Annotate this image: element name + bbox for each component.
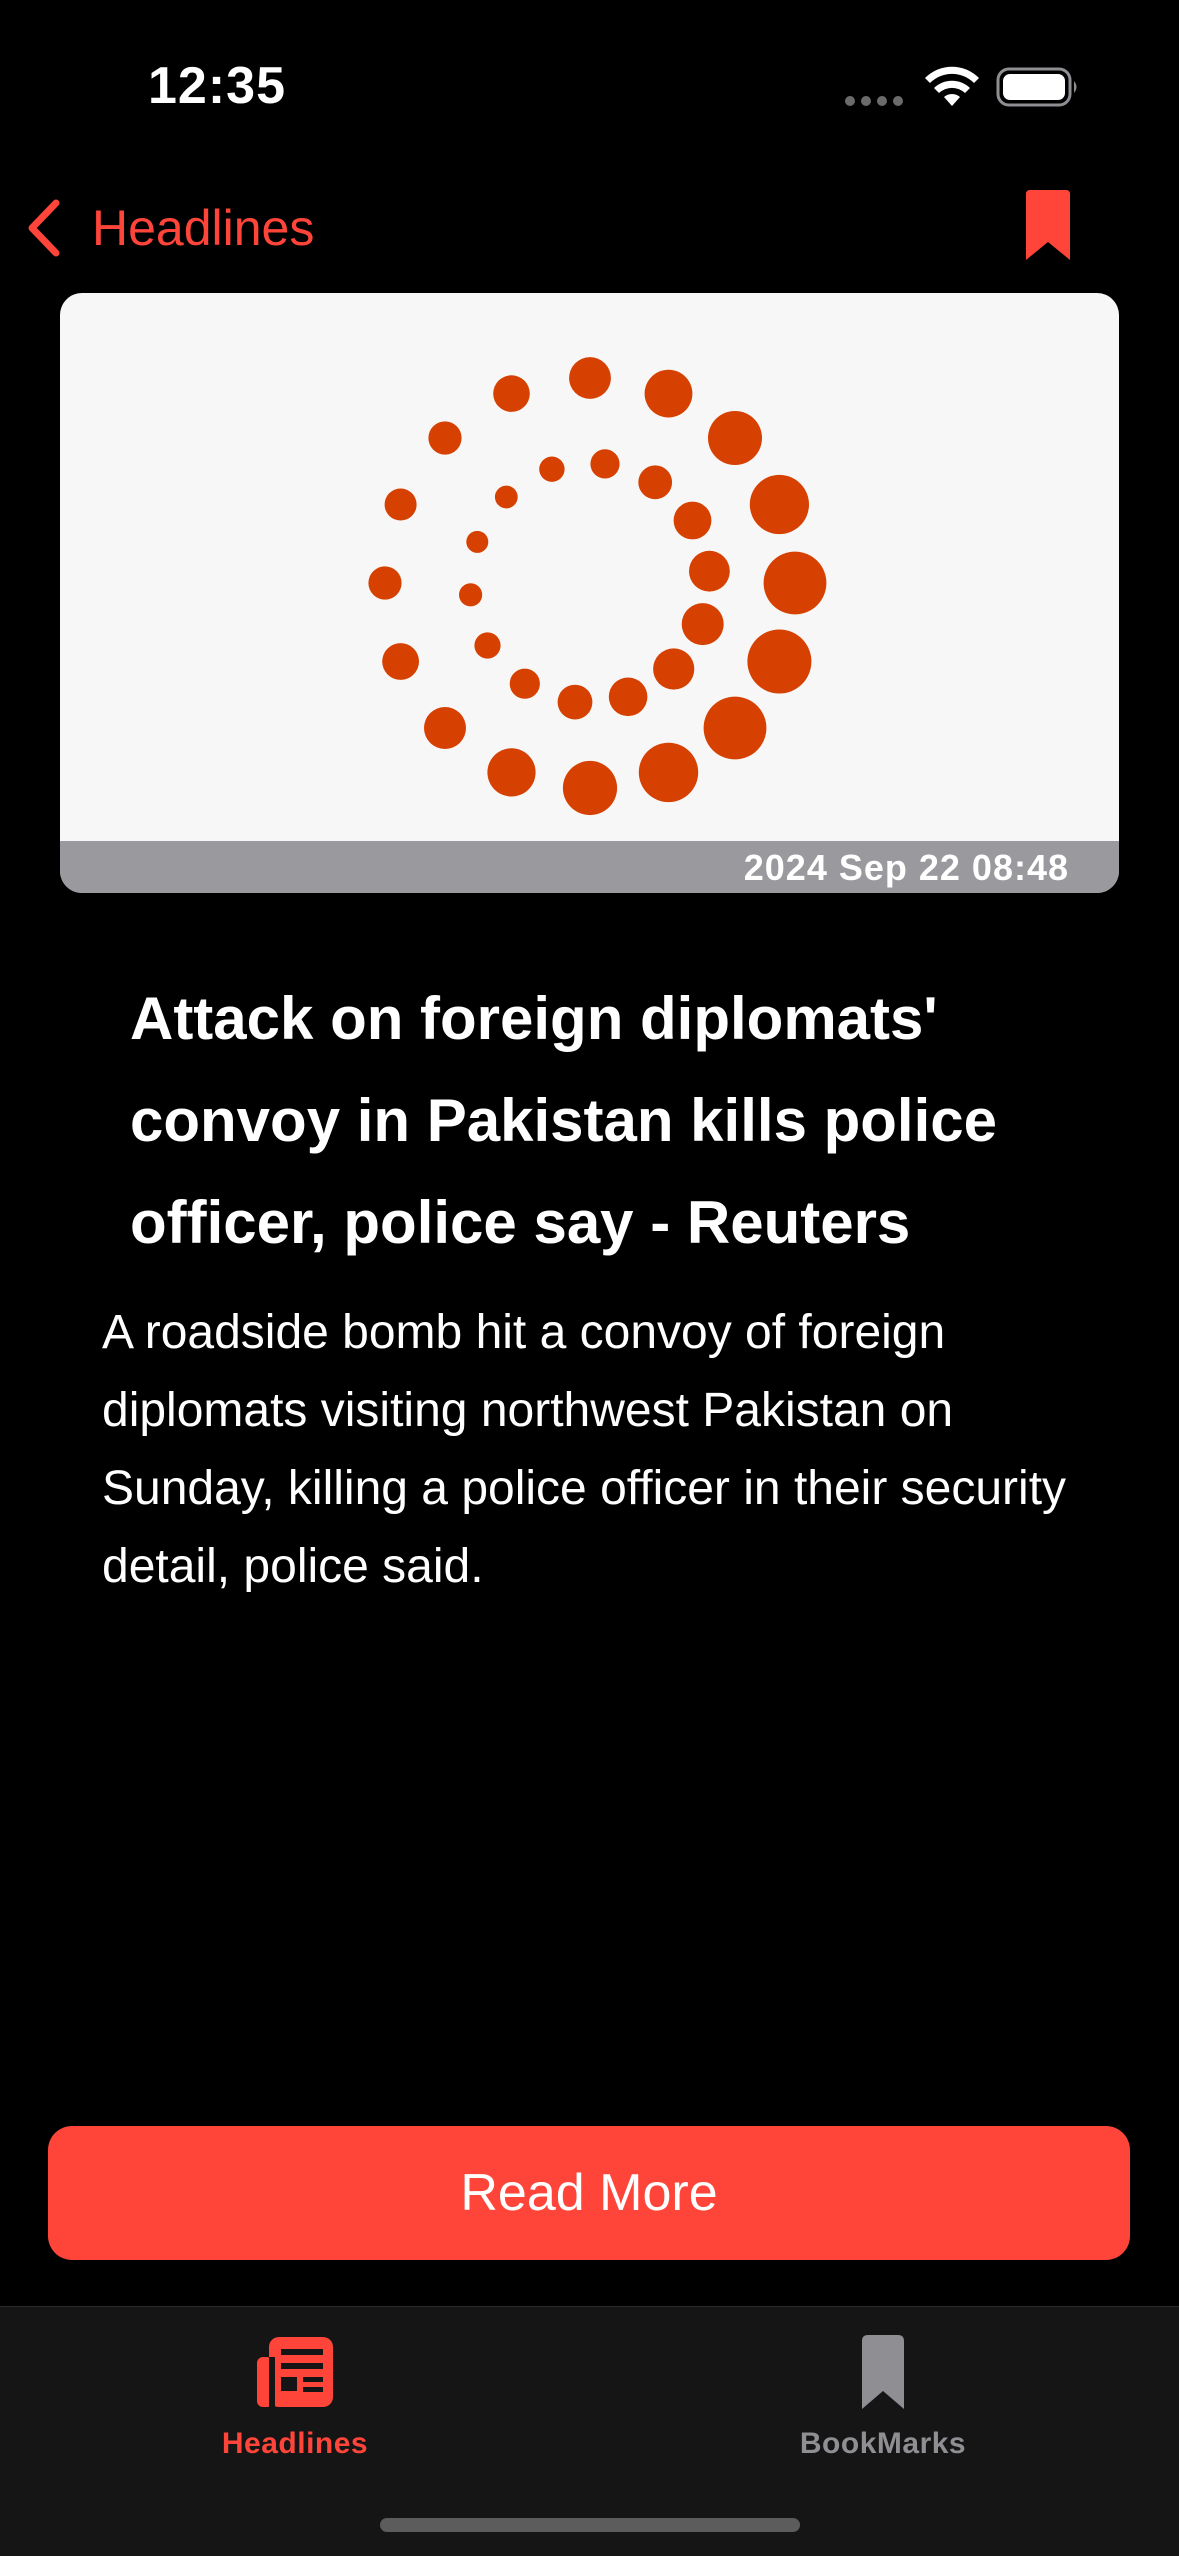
article-title: Attack on foreign diplomats' convoy in P… bbox=[130, 985, 997, 1256]
tab-headlines[interactable]: Headlines bbox=[145, 2325, 445, 2465]
logo-dot bbox=[494, 485, 518, 509]
logo-dot bbox=[590, 449, 620, 479]
tab-bookmarks[interactable]: BookMarks bbox=[733, 2325, 1033, 2465]
logo-dot bbox=[763, 551, 827, 615]
article-detail-screen: 12:35 Headlines 2024 Sep 22 08:48 Attack… bbox=[0, 0, 1179, 2556]
logo-dot bbox=[608, 677, 648, 717]
battery-icon bbox=[996, 67, 1077, 107]
logo-dot bbox=[424, 707, 466, 749]
logo-dot bbox=[653, 648, 695, 690]
logo-dot bbox=[539, 456, 565, 482]
logo-dot bbox=[368, 566, 402, 600]
logo-dot bbox=[557, 684, 593, 720]
bookmark-fill-icon[interactable] bbox=[1020, 190, 1076, 264]
logo-dot bbox=[474, 632, 501, 659]
cellular-signal-icon bbox=[845, 96, 905, 106]
reuters-logo bbox=[368, 357, 827, 816]
back-button-label: Headlines bbox=[92, 200, 315, 256]
logo-dot bbox=[428, 421, 462, 455]
logo-dot bbox=[384, 488, 417, 521]
article-date: 2024 Sep 22 08:48 bbox=[743, 847, 1069, 888]
logo-dot bbox=[638, 742, 699, 803]
logo-dot bbox=[747, 629, 812, 694]
article-description: A roadside bomb hit a convoy of foreign … bbox=[102, 1306, 1067, 1593]
tab-bookmarks-label: BookMarks bbox=[799, 2427, 967, 2460]
logo-dot bbox=[459, 583, 483, 607]
logo-dot bbox=[749, 474, 810, 535]
logo-dot bbox=[644, 369, 693, 418]
logo-dot bbox=[509, 668, 540, 699]
article-image: 2024 Sep 22 08:48 bbox=[60, 293, 1119, 893]
newspaper-icon bbox=[257, 2337, 333, 2407]
logo-dot bbox=[493, 375, 530, 412]
logo-dot bbox=[689, 550, 730, 592]
logo-dot bbox=[703, 696, 767, 760]
logo-dot bbox=[466, 530, 489, 553]
logo-dot bbox=[673, 501, 712, 540]
bookmark-icon bbox=[862, 2335, 904, 2409]
status-time: 12:35 bbox=[148, 57, 286, 115]
status-bar: 12:35 bbox=[0, 0, 1179, 150]
logo-dot bbox=[708, 411, 762, 465]
read-more-button[interactable]: Read More bbox=[48, 2126, 1130, 2260]
logo-dot bbox=[382, 643, 419, 680]
date-strip: 2024 Sep 22 08:48 bbox=[60, 841, 1119, 893]
logo-dot bbox=[487, 748, 536, 797]
logo-dot bbox=[638, 465, 673, 500]
logo-dot bbox=[569, 357, 611, 399]
logo-dot bbox=[681, 603, 724, 646]
logo-dot bbox=[562, 760, 618, 816]
chevron-left-icon bbox=[28, 199, 60, 257]
wifi-icon bbox=[925, 66, 979, 106]
tab-headlines-label: Headlines bbox=[221, 2427, 369, 2460]
back-button[interactable]: Headlines bbox=[22, 190, 314, 266]
home-indicator bbox=[380, 2518, 800, 2532]
